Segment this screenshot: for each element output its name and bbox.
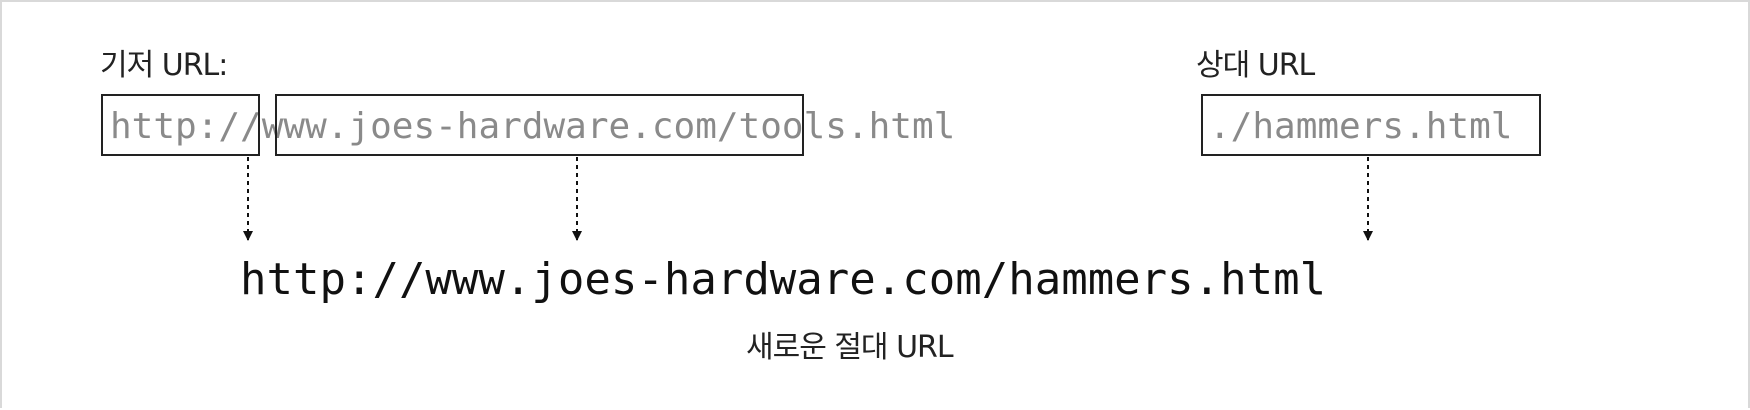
url-resolution-diagram: 기저 URL: 상대 URL http://www.joes-hardware.… <box>0 0 1750 410</box>
result-url-text: http://www.joes-hardware.com/hammers.htm… <box>240 254 1327 305</box>
new-absolute-url-label: 새로운 절대 URL <box>746 330 954 365</box>
